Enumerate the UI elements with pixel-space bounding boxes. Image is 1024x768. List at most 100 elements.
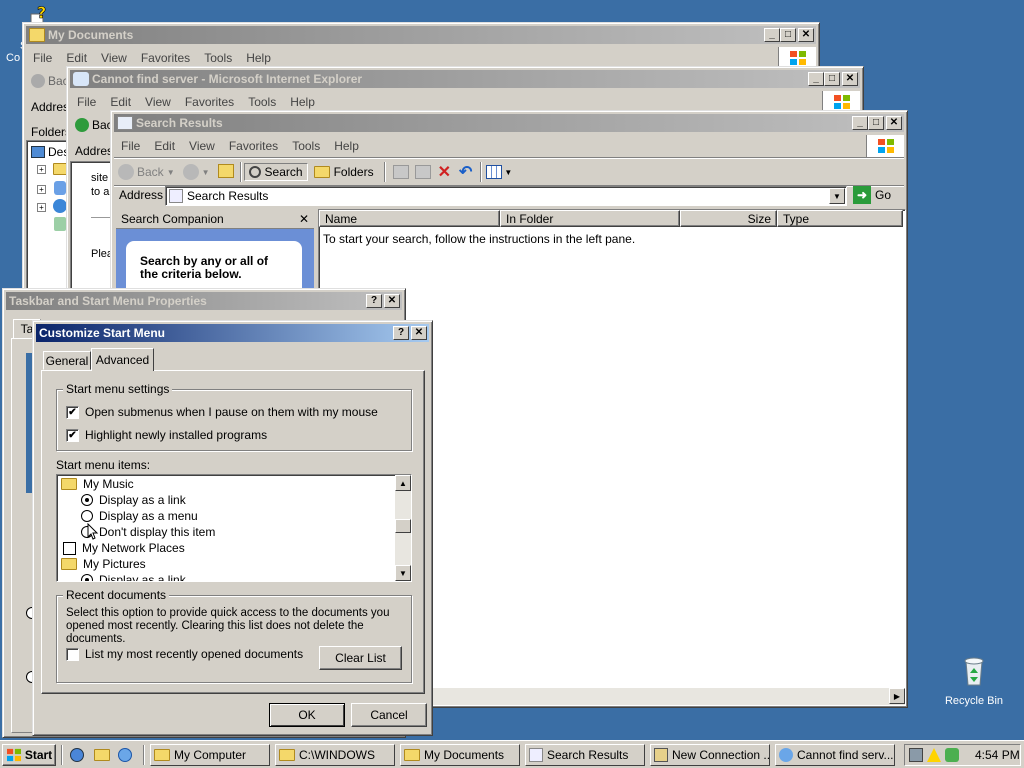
maximize-button[interactable]: □ bbox=[780, 28, 796, 42]
tree-item-desktop[interactable]: Des bbox=[31, 145, 69, 159]
task-internet-explorer[interactable]: Cannot find serv... bbox=[775, 744, 895, 766]
menu-favorites[interactable]: Favorites bbox=[178, 95, 241, 109]
search-button[interactable]: Search bbox=[243, 163, 308, 181]
checkbox[interactable]: ✔ bbox=[66, 405, 79, 419]
menu-edit[interactable]: Edit bbox=[147, 139, 182, 153]
address-field[interactable]: Search Results ▼ bbox=[165, 186, 847, 206]
ie-shortcut-icon[interactable] bbox=[118, 748, 132, 762]
setting-highlight-new[interactable]: ✔ Highlight newly installed programs bbox=[66, 428, 267, 442]
menu-file[interactable]: File bbox=[26, 51, 59, 65]
radio-pictures-link[interactable]: Display as a link bbox=[81, 573, 186, 581]
menu-favorites[interactable]: Favorites bbox=[134, 51, 197, 65]
column-header-type[interactable]: Type bbox=[777, 210, 903, 227]
list-item-my-network-places[interactable]: My Network Places bbox=[63, 541, 185, 555]
back-button[interactable]: Bac bbox=[31, 74, 69, 88]
setting-list-recent[interactable]: List my most recently opened documents bbox=[66, 647, 303, 661]
menu-tools[interactable]: Tools bbox=[241, 95, 283, 109]
minimize-button[interactable]: _ bbox=[808, 72, 824, 86]
tab-advanced[interactable]: Advanced bbox=[91, 348, 154, 371]
radio-music-hide[interactable]: Don't display this item bbox=[81, 525, 215, 539]
forward-button[interactable]: ▼ bbox=[179, 164, 214, 180]
ok-button[interactable]: OK bbox=[269, 703, 345, 727]
maximize-button[interactable]: □ bbox=[824, 72, 840, 86]
radio-music-menu[interactable]: Display as a menu bbox=[81, 509, 198, 523]
title-bar[interactable]: Taskbar and Start Menu Properties ? ✕ bbox=[6, 292, 402, 310]
expand-icon[interactable]: + bbox=[37, 185, 46, 194]
folders-button[interactable]: Folders bbox=[308, 165, 380, 179]
tab-general[interactable]: General bbox=[43, 351, 91, 370]
menu-file[interactable]: File bbox=[114, 139, 147, 153]
task-windows[interactable]: C:\WINDOWS bbox=[275, 744, 395, 766]
explorer-shortcut-icon[interactable] bbox=[94, 749, 110, 761]
clock[interactable]: 4:54 PM bbox=[975, 748, 1020, 762]
close-button[interactable]: ✕ bbox=[384, 294, 400, 308]
up-folder-button[interactable] bbox=[214, 163, 238, 181]
address-dropdown-button[interactable]: ▼ bbox=[829, 188, 845, 204]
copy-to-icon[interactable] bbox=[414, 165, 431, 179]
menu-help[interactable]: Help bbox=[327, 139, 366, 153]
undo-icon[interactable]: ↶ bbox=[459, 162, 472, 182]
scroll-up-button[interactable]: ▲ bbox=[395, 475, 411, 491]
radio-button[interactable] bbox=[81, 574, 93, 581]
expand-icon[interactable]: + bbox=[37, 203, 46, 212]
start-button[interactable]: Start bbox=[2, 744, 56, 766]
radio-button[interactable] bbox=[81, 510, 93, 522]
list-item-my-music[interactable]: My Music bbox=[61, 477, 134, 491]
title-bar[interactable]: Customize Start Menu ? ✕ bbox=[36, 324, 429, 342]
minimize-button[interactable]: _ bbox=[764, 28, 780, 42]
network-tray-icon[interactable] bbox=[909, 748, 923, 762]
scroll-right-button[interactable]: ▶ bbox=[889, 688, 905, 704]
delete-icon[interactable]: ✕ bbox=[438, 162, 451, 182]
column-header-name[interactable]: Name bbox=[319, 210, 500, 227]
list-item-my-pictures[interactable]: My Pictures bbox=[61, 557, 146, 571]
setting-open-submenus[interactable]: ✔ Open submenus when I pause on them wit… bbox=[66, 405, 378, 419]
column-header-in-folder[interactable]: In Folder bbox=[500, 210, 680, 227]
back-button[interactable]: Bac bbox=[75, 118, 113, 132]
close-button[interactable]: ✕ bbox=[411, 326, 427, 340]
task-my-documents[interactable]: My Documents bbox=[400, 744, 520, 766]
back-button[interactable]: Back ▼ bbox=[114, 164, 179, 180]
radio-music-link[interactable]: Display as a link bbox=[81, 493, 186, 507]
menu-edit[interactable]: Edit bbox=[59, 51, 94, 65]
views-button[interactable]: ▼ bbox=[486, 165, 512, 179]
move-to-icon[interactable] bbox=[392, 165, 409, 179]
close-button[interactable]: ✕ bbox=[842, 72, 858, 86]
maximize-button[interactable]: □ bbox=[868, 116, 884, 130]
title-bar[interactable]: Cannot find server - Microsoft Internet … bbox=[70, 70, 860, 88]
title-bar[interactable]: Search Results _ □ ✕ bbox=[114, 114, 904, 132]
expand-icon[interactable]: + bbox=[37, 165, 46, 174]
desktop-shortcut-icon[interactable] bbox=[70, 748, 84, 762]
checkbox[interactable]: ✔ bbox=[66, 428, 79, 442]
warning-tray-icon[interactable] bbox=[927, 748, 941, 762]
checkbox[interactable] bbox=[63, 541, 76, 555]
column-header-size[interactable]: Size bbox=[680, 210, 777, 227]
task-search-results[interactable]: Search Results bbox=[525, 744, 645, 766]
checkbox[interactable] bbox=[66, 647, 79, 661]
radio-button[interactable] bbox=[81, 494, 93, 506]
help-button[interactable]: ? bbox=[393, 326, 409, 340]
menu-view[interactable]: View bbox=[138, 95, 178, 109]
clear-list-button[interactable]: Clear List bbox=[319, 646, 402, 670]
help-button[interactable]: ? bbox=[366, 294, 382, 308]
scroll-thumb[interactable] bbox=[395, 519, 411, 533]
dialog-customize-start-menu[interactable]: Customize Start Menu ? ✕ General Advance… bbox=[32, 320, 433, 736]
close-button[interactable]: ✕ bbox=[798, 28, 814, 42]
task-new-connection[interactable]: New Connection ... bbox=[650, 744, 770, 766]
close-button[interactable]: ✕ bbox=[886, 116, 902, 130]
minimize-button[interactable]: _ bbox=[852, 116, 868, 130]
task-my-computer[interactable]: My Computer bbox=[150, 744, 270, 766]
menu-favorites[interactable]: Favorites bbox=[222, 139, 285, 153]
menu-help[interactable]: Help bbox=[283, 95, 322, 109]
start-menu-items-list[interactable]: My Music Display as a link Display as a … bbox=[56, 474, 412, 582]
menu-edit[interactable]: Edit bbox=[103, 95, 138, 109]
title-bar[interactable]: My Documents _ □ ✕ bbox=[26, 26, 816, 44]
vertical-scrollbar[interactable]: ▲ ▼ bbox=[395, 475, 411, 581]
go-button[interactable]: ➜ Go bbox=[853, 186, 891, 204]
menu-tools[interactable]: Tools bbox=[197, 51, 239, 65]
security-tray-icon[interactable] bbox=[945, 748, 959, 762]
cancel-button[interactable]: Cancel bbox=[351, 703, 427, 727]
recycle-bin[interactable]: Recycle Bin bbox=[940, 655, 1008, 711]
close-icon[interactable]: ✕ bbox=[299, 212, 309, 226]
menu-view[interactable]: View bbox=[94, 51, 134, 65]
menu-help[interactable]: Help bbox=[239, 51, 278, 65]
